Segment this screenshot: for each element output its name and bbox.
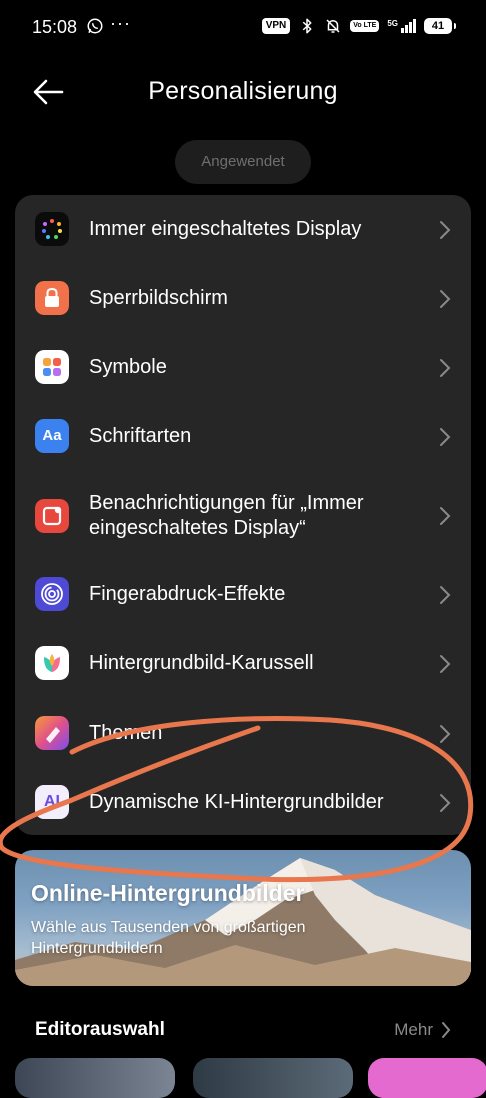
chevron-right-icon [440, 428, 451, 446]
list-item-fingerprint-effects[interactable]: Fingerabdruck-Effekte [15, 561, 471, 628]
editor-pick-thumbnail[interactable] [193, 1058, 353, 1098]
list-item-themes[interactable]: Themen [15, 698, 471, 768]
chevron-right-icon [442, 1022, 451, 1038]
list-item-label: Symbole [89, 356, 167, 378]
chevron-right-icon [440, 359, 451, 377]
battery-indicator: 41 [424, 18, 456, 34]
list-item-label: Schriftarten [89, 425, 192, 447]
chevron-right-icon [440, 507, 451, 525]
status-icons: VPN Vo LTE 5G 41 [261, 17, 456, 35]
chevron-right-icon [440, 655, 451, 673]
editor-pick-thumbnail[interactable] [368, 1058, 486, 1098]
list-item-label: Immer eingeschaltetes Display [89, 218, 362, 240]
themes-icon [35, 716, 69, 750]
list-item-label: Sperrbildschirm [89, 287, 228, 309]
chevron-right-icon [440, 586, 451, 604]
status-bar: 15:08 ··· VPN Vo LTE 5G 41 [0, 0, 486, 56]
list-item-label: Benachrichtigungen für „Immer eingeschal… [89, 492, 364, 539]
editor-picks-title: Editorauswahl [35, 1019, 165, 1040]
lock-screen-icon [35, 281, 69, 315]
more-link[interactable]: Mehr [394, 1020, 451, 1040]
list-item-dynamic-ai-wallpapers[interactable]: AI Dynamische KI-Hintergrundbilder [15, 768, 471, 835]
fonts-icon: Aa [35, 419, 69, 453]
list-item-always-on-display[interactable]: Immer eingeschaltetes Display [15, 195, 471, 264]
wallpaper-carousel-icon [35, 646, 69, 680]
banner-title: Online-Hintergrundbilder [31, 880, 305, 906]
status-time: 15:08 [32, 17, 78, 37]
chevron-right-icon [440, 794, 451, 812]
page-title: Personalisierung [148, 77, 338, 105]
signal-strength-icon: 5G [387, 19, 416, 33]
list-item-icons[interactable]: Symbole [15, 333, 471, 402]
list-item-lock-screen[interactable]: Sperrbildschirm [15, 264, 471, 333]
list-item-wallpaper-carousel[interactable]: Hintergrundbild-Karussell [15, 628, 471, 698]
list-item-label: Dynamische KI-Hintergrundbilder [89, 791, 384, 813]
app-icons-icon [35, 350, 69, 384]
more-notifications-icon: ··· [110, 13, 131, 33]
notification-icon [35, 499, 69, 533]
network-type: 5G [387, 19, 398, 28]
muted-bell-icon [326, 19, 340, 33]
more-label: Mehr [394, 1020, 433, 1039]
personalization-settings-list: Immer eingeschaltetes Display Sperrbilds… [15, 195, 471, 835]
list-item-aod-notifications[interactable]: Benachrichtigungen für „Immer eingeschal… [15, 471, 471, 561]
vpn-badge: VPN [261, 18, 291, 34]
ai-wallpaper-icon: AI [35, 785, 69, 819]
always-on-display-icon [35, 212, 69, 246]
online-wallpapers-banner[interactable]: Online-Hintergrundbilder Wähle aus Tause… [15, 850, 471, 986]
banner-subtitle: Wähle aus Tausenden von großartigen Hint… [31, 919, 306, 957]
applied-button[interactable]: Angewendet [175, 140, 311, 184]
chevron-right-icon [440, 725, 451, 743]
volte-badge: Vo LTE [350, 20, 380, 32]
chevron-right-icon [440, 290, 451, 308]
list-item-fonts[interactable]: Aa Schriftarten [15, 402, 471, 471]
fingerprint-icon [35, 577, 69, 611]
list-item-label: Hintergrundbild-Karussell [89, 652, 314, 674]
whatsapp-icon [87, 18, 103, 34]
chevron-right-icon [440, 221, 451, 239]
editor-pick-thumbnail[interactable] [15, 1058, 175, 1098]
bluetooth-icon [302, 18, 312, 34]
list-item-label: Themen [89, 722, 163, 744]
list-item-label: Fingerabdruck-Effekte [89, 583, 286, 605]
